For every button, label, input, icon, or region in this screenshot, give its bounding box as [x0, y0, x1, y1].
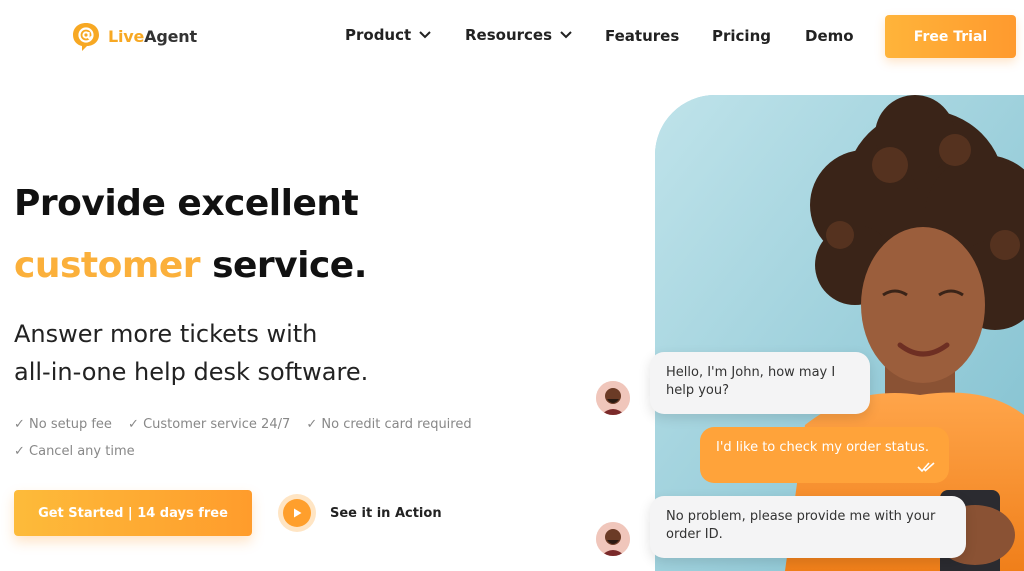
bullet-service-247: ✓ Customer service 24/7 — [128, 417, 291, 432]
liveagent-logo[interactable]: LiveAgent — [70, 20, 197, 52]
logo-chat-icon — [70, 20, 102, 52]
agent-avatar — [596, 522, 630, 556]
see-it-in-action-button[interactable]: See it in Action — [278, 494, 442, 532]
play-button[interactable] — [278, 494, 316, 532]
chat-bubble-user-request: I'd like to check my order status. — [700, 427, 949, 483]
chat-bubble-agent-greeting: Hello, I'm John, how may I help you? — [650, 352, 870, 414]
nav-pricing[interactable]: Pricing — [712, 27, 771, 45]
agent-avatar-image — [596, 522, 630, 556]
feature-bullets-row2: ✓ Cancel any time — [14, 444, 147, 459]
agent-avatar-image — [596, 381, 630, 415]
hero-subheading-line1: Answer more tickets with — [14, 320, 318, 348]
free-trial-button[interactable]: Free Trial — [885, 15, 1016, 58]
nav-features-label: Features — [605, 27, 680, 45]
nav-resources[interactable]: Resources — [465, 26, 572, 44]
nav-pricing-label: Pricing — [712, 27, 771, 45]
double-check-icon — [917, 462, 935, 473]
chevron-down-icon — [560, 31, 572, 39]
feature-bullets-row1: ✓ No setup fee ✓ Customer service 24/7 ✓… — [14, 417, 484, 432]
nav-product-label: Product — [345, 26, 412, 44]
hero-headline-line2: customer service. — [14, 245, 367, 286]
logo-text: LiveAgent — [108, 27, 197, 46]
logo-text-agent: Agent — [144, 26, 197, 46]
agent-avatar — [596, 381, 630, 415]
hero-headline-line1: Provide excellent — [14, 183, 359, 224]
nav-features[interactable]: Features — [605, 27, 679, 45]
bullet-no-credit-card: ✓ No credit card required — [306, 417, 472, 432]
nav-demo[interactable]: Demo — [805, 27, 854, 45]
hero-subheading-line2: all-in-one help desk software. — [14, 358, 369, 386]
nav-resources-label: Resources — [465, 26, 553, 44]
bullet-cancel-any-time: ✓ Cancel any time — [14, 444, 135, 459]
hero-headline-rest: service. — [200, 245, 367, 286]
play-icon — [294, 508, 302, 518]
chevron-down-icon — [419, 31, 431, 39]
see-it-in-action-label: See it in Action — [330, 505, 442, 521]
get-started-button[interactable]: Get Started | 14 days free — [14, 490, 252, 536]
chat-bubble-agent-reply: No problem, please provide me with your … — [650, 496, 966, 558]
nav-product[interactable]: Product — [345, 26, 431, 44]
nav-demo-label: Demo — [805, 27, 854, 45]
chat-bubble-user-text: I'd like to check my order status. — [716, 440, 929, 455]
logo-text-live: Live — [108, 26, 145, 46]
hero-headline-accent: customer — [14, 245, 201, 286]
bullet-no-setup-fee: ✓ No setup fee — [14, 417, 112, 432]
